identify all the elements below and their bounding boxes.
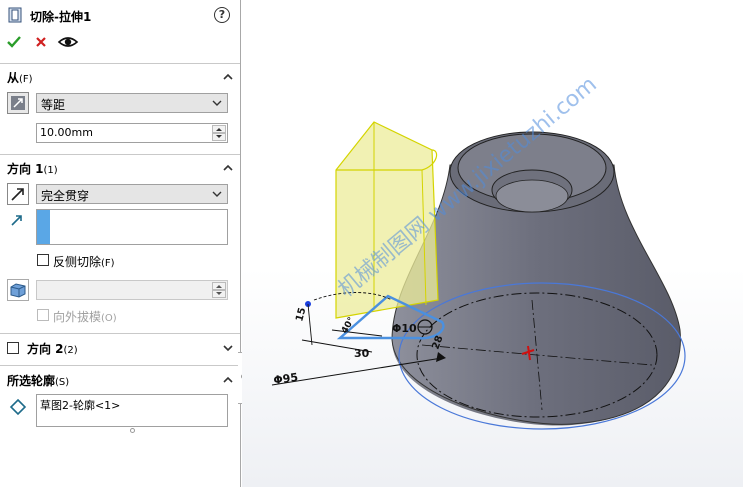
cut-extrude-icon <box>8 7 22 23</box>
direction-vector-listbox[interactable] <box>36 209 228 245</box>
section-direction1-title: 方向 1(1) <box>7 162 58 176</box>
divider <box>0 365 240 366</box>
flip-cut-checkbox[interactable] <box>37 254 49 266</box>
ok-check-icon[interactable] <box>5 33 23 51</box>
spin-down-button[interactable] <box>212 133 226 141</box>
divider <box>0 63 240 64</box>
listbox-resize-handle[interactable] <box>130 428 135 433</box>
from-mode-value: 等距 <box>41 98 66 112</box>
chevron-down-icon[interactable] <box>222 342 234 354</box>
direction2-checkbox[interactable] <box>7 342 19 354</box>
from-start-icon[interactable] <box>7 92 29 114</box>
dim-phi95[interactable]: Φ95 <box>273 371 299 387</box>
chevron-down-icon <box>212 100 222 106</box>
from-offset-value: 10.00mm <box>40 126 93 139</box>
draft-outward-checkbox[interactable] <box>37 309 49 321</box>
graphics-viewport[interactable]: Φ95 Φ10 15 30 28 40° <box>242 0 743 487</box>
dim-30[interactable]: 30 <box>354 347 370 360</box>
dim-phi10[interactable]: Φ10 <box>392 322 417 335</box>
from-mode-select[interactable]: 等距 <box>36 93 228 113</box>
feature-title: 切除-拉伸1 <box>30 10 92 24</box>
divider <box>0 333 240 334</box>
end-condition-select[interactable]: 完全贯穿 <box>36 184 228 204</box>
draft-outward-label: 向外拔模(O) <box>53 310 117 324</box>
chevron-up-icon[interactable] <box>222 374 234 386</box>
contour-list-item[interactable]: 草图2-轮廓<1> <box>40 397 120 413</box>
chevron-down-icon <box>212 191 222 197</box>
reverse-direction-icon[interactable] <box>7 183 29 205</box>
selection-highlight <box>37 210 50 244</box>
chevron-up-icon[interactable] <box>222 71 234 83</box>
end-condition-value: 完全贯穿 <box>41 189 90 203</box>
chevron-up-icon[interactable] <box>222 162 234 174</box>
dim-15[interactable]: 15 <box>294 306 308 322</box>
cancel-x-icon[interactable] <box>32 33 50 51</box>
draft-toggle-icon[interactable] <box>7 279 29 301</box>
feature-title-bar: 切除-拉伸1 ? <box>0 0 240 30</box>
action-bar <box>0 30 240 54</box>
direction-vector-icon <box>11 215 22 226</box>
spin-up-button[interactable] <box>212 282 226 290</box>
section-from-header[interactable]: 从(F) <box>0 66 240 88</box>
bore-bottom <box>495 179 569 213</box>
help-icon[interactable]: ? <box>214 7 230 23</box>
section-contours-header[interactable]: 所选轮廓(S) <box>0 369 240 391</box>
draft-angle-spinbox[interactable] <box>36 280 228 300</box>
contours-listbox[interactable]: 草图2-轮廓<1> <box>36 394 228 427</box>
section-direction1-header[interactable]: 方向 1(1) <box>0 157 240 179</box>
contour-icon <box>9 398 27 416</box>
property-manager-panel: 切除-拉伸1 ? 从(F) 等距 10.00mm 方向 1(1) 完全贯穿 反侧… <box>0 0 241 487</box>
preview-eye-icon[interactable] <box>57 33 79 51</box>
section-from-title: 从(F) <box>7 71 33 85</box>
section-contours-title: 所选轮廓(S) <box>7 374 70 388</box>
spin-down-button[interactable] <box>212 290 226 298</box>
model-view[interactable]: Φ95 Φ10 15 30 28 40° <box>242 0 743 487</box>
section-direction2-header[interactable]: 方向 2(2) <box>0 337 240 359</box>
section-direction2-title: 方向 2(2) <box>27 342 78 356</box>
flip-cut-label: 反侧切除(F) <box>53 255 115 269</box>
divider <box>0 154 240 155</box>
spin-up-button[interactable] <box>212 125 226 133</box>
from-offset-spinbox[interactable]: 10.00mm <box>36 123 228 143</box>
